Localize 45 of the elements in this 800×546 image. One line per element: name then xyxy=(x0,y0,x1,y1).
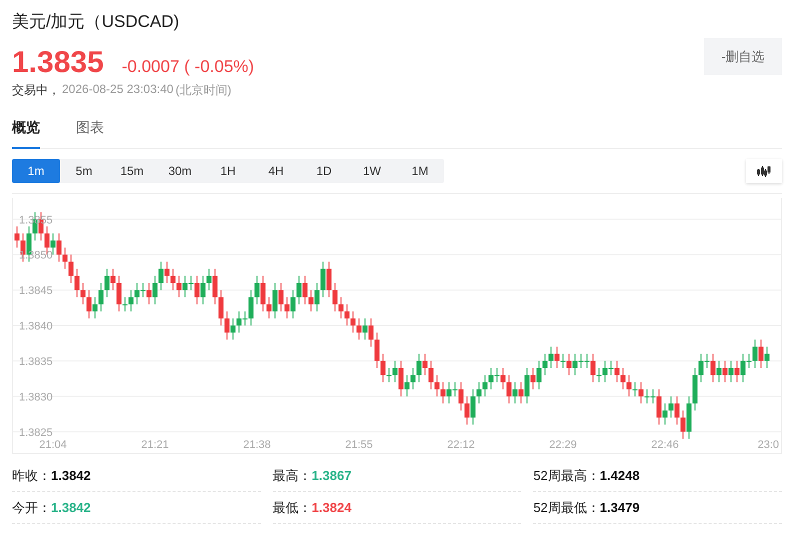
interval-tab[interactable]: 1H xyxy=(204,159,252,183)
x-axis-label: 22:29 xyxy=(549,439,577,451)
x-axis-label: 21:38 xyxy=(243,439,271,451)
interval-tab[interactable]: 1M xyxy=(396,159,444,183)
interval-tab[interactable]: 30m xyxy=(156,159,204,183)
stat-value: 1.3479 xyxy=(600,500,640,515)
y-axis-label: 1.3835 xyxy=(19,356,53,368)
interval-tab[interactable]: 4H xyxy=(252,159,300,183)
x-axis-label: 22:46 xyxy=(651,439,679,451)
stat-value: 1.3842 xyxy=(51,500,91,515)
y-axis-label: 1.3840 xyxy=(19,320,53,332)
tab[interactable]: 概览 xyxy=(12,119,40,149)
interval-tab[interactable]: 1D xyxy=(300,159,348,183)
stat-label: 52周最低： xyxy=(533,498,600,516)
timestamp: 2026-08-25 23:03:40 xyxy=(62,82,174,98)
stat-label: 昨收： xyxy=(12,466,51,484)
price-change: -0.0007 ( -0.05%) xyxy=(122,57,254,77)
stat-value: 1.3824 xyxy=(312,500,352,515)
interval-tab[interactable]: 5m xyxy=(60,159,108,183)
price: 1.3835 xyxy=(12,46,104,80)
stat-value: 1.3842 xyxy=(51,468,91,483)
remove-watchlist-button[interactable]: -删自选 xyxy=(704,38,782,75)
page-title: 美元/加元（USDCAD) xyxy=(12,11,180,33)
tab[interactable]: 图表 xyxy=(76,119,104,149)
y-axis-label: 1.3845 xyxy=(19,285,53,298)
stat-value: 1.4248 xyxy=(600,468,640,483)
x-axis-label: 22:12 xyxy=(447,439,475,451)
y-axis-label: 1.3825 xyxy=(19,426,53,439)
interval-tab[interactable]: 1W xyxy=(348,159,396,183)
interval-tab[interactable]: 15m xyxy=(108,159,156,183)
candlestick-icon xyxy=(757,166,771,176)
timezone: (北京时间) xyxy=(175,82,232,99)
x-axis-label: 21:55 xyxy=(345,439,373,451)
x-axis-label: 23:0 xyxy=(758,439,779,451)
stat-label: 今开： xyxy=(12,498,51,516)
x-axis-label: 21:21 xyxy=(141,439,169,451)
x-axis-label: 21:04 xyxy=(39,439,67,451)
stat-label: 最低： xyxy=(272,498,312,516)
interval-tab[interactable]: 1m xyxy=(12,159,60,183)
stat-value: 1.3867 xyxy=(312,468,352,483)
chart-type-button[interactable] xyxy=(746,159,782,183)
stat-label: 52周最高： xyxy=(533,466,600,484)
stat-label: 最高： xyxy=(272,466,312,484)
y-axis-label: 1.3830 xyxy=(19,391,53,404)
trading-status: 交易中， xyxy=(12,82,60,99)
